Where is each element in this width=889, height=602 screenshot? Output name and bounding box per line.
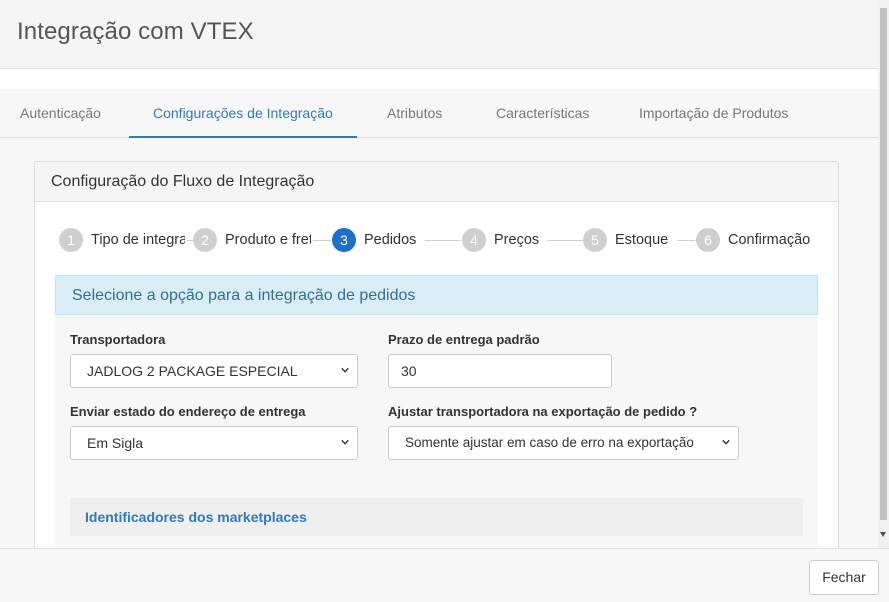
tab-configuracoes-de-integracao[interactable]: Configurações de Integração [129,89,357,138]
carrier-label: Transportadora [70,332,166,347]
step-label: Tipo de integração [91,232,185,248]
step-label: Confirmação [728,232,811,248]
step-pedidos[interactable]: 3 Pedidos [332,228,416,252]
step-estoque[interactable]: 5 Estoque [583,228,668,252]
step-connector [425,240,461,241]
chevron-down-icon [341,367,349,373]
step-label: Estoque [615,232,669,248]
orders-form: Transportadora JADLOG 2 PACKAGE ESPECIAL… [55,315,818,548]
step-label: Produto e frete [225,232,311,248]
scroll-down-arrow-icon[interactable] [880,532,886,537]
step-number-active: 3 [332,228,356,252]
delivery-time-label: Prazo de entrega padrão [388,332,540,347]
step-number: 1 [59,228,83,252]
tab-atributos[interactable]: Atributos [387,89,442,137]
orders-section-heading: Selecione a opção para a integração de p… [55,275,818,315]
step-confirmacao[interactable]: 6 Confirmação [696,228,810,252]
marketplace-identifiers-panel: Identificadores dos marketplaces [70,498,803,536]
marketplace-identifiers-title[interactable]: Identificadores dos marketplaces [85,509,307,525]
vertical-scrollbar[interactable] [878,0,889,548]
scrollbar-thumb[interactable] [880,8,887,520]
delivery-time-input[interactable]: 30 [388,354,612,388]
step-number: 6 [696,228,720,252]
adjust-carrier-select-value: Somente ajustar em caso de erro na expor… [405,435,694,450]
tab-bar: Autenticação Configurações de Integração… [0,89,878,138]
tab-autenticacao[interactable]: Autenticação [20,89,101,137]
step-connector [313,240,331,241]
body-top-strip [0,69,878,89]
step-precos[interactable]: 4 Preços [462,228,539,252]
panel-title: Configuração do Fluxo de Integração [51,173,315,190]
step-connector [677,240,695,241]
step-connector [547,240,583,241]
modal-header: Integração com VTEX [0,0,878,69]
adjust-carrier-select[interactable]: Somente ajustar em caso de erro na expor… [388,426,739,460]
tab-caracteristicas[interactable]: Características [496,89,589,137]
adjust-carrier-label: Ajustar transportadora na exportação de … [388,404,698,419]
modal-title: Integração com VTEX [17,18,254,45]
carrier-select-value: JADLOG 2 PACKAGE ESPECIAL [87,363,298,379]
tab-importacao-de-produtos[interactable]: Importação de Produtos [639,89,788,137]
state-label: Enviar estado do endereço de entrega [70,404,306,419]
close-button[interactable]: Fechar [809,560,879,595]
integration-flow-panel: Configuração do Fluxo de Integração 1 Ti… [34,161,839,548]
state-select-value: Em Sigla [87,435,144,451]
chevron-down-icon [722,439,730,445]
carrier-select[interactable]: JADLOG 2 PACKAGE ESPECIAL [70,354,358,388]
modal-body: Autenticação Configurações de Integração… [0,69,878,548]
step-produto-e-frete[interactable]: 2 Produto e frete [193,228,311,252]
step-number: 5 [583,228,607,252]
modal-footer: Fechar [0,548,889,602]
state-select[interactable]: Em Sigla [70,426,358,460]
section-title: Selecione a opção para a integração de p… [72,287,416,304]
chevron-down-icon [341,439,349,445]
step-number: 2 [193,228,217,252]
step-tipo-de-integracao[interactable]: 1 Tipo de integração [59,228,185,252]
panel-heading: Configuração do Fluxo de Integração [35,162,838,202]
step-label: Preços [494,232,540,248]
step-label: Pedidos [364,232,417,248]
step-number: 4 [462,228,486,252]
